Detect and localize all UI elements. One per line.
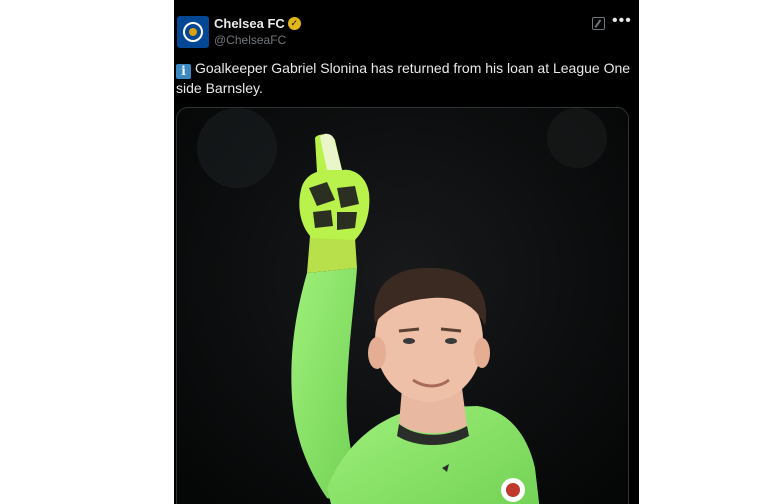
avatar[interactable] (177, 16, 209, 48)
more-options-icon[interactable]: ••• (612, 12, 632, 30)
grok-icon[interactable] (592, 17, 605, 30)
tweet-text: i Goalkeeper Gabriel Slonina has returned… (176, 59, 636, 98)
chelsea-crest-icon (183, 22, 203, 42)
goalkeeper-photo-icon (177, 108, 628, 504)
author-row: Chelsea FC ✓ (214, 16, 301, 31)
author-name[interactable]: Chelsea FC (214, 16, 285, 31)
info-icon: i (176, 64, 191, 79)
verified-badge-icon: ✓ (287, 17, 301, 30)
tweet-card[interactable]: Chelsea FC ✓ @ChelseaFC ••• i Goalkeeper … (174, 0, 639, 504)
author-handle[interactable]: @ChelseaFC (214, 33, 286, 47)
tweet-body: Goalkeeper Gabriel Slonina has returned … (176, 60, 631, 96)
tweet-photo[interactable] (176, 107, 629, 504)
tweet-header: Chelsea FC ✓ @ChelseaFC ••• (174, 12, 639, 52)
